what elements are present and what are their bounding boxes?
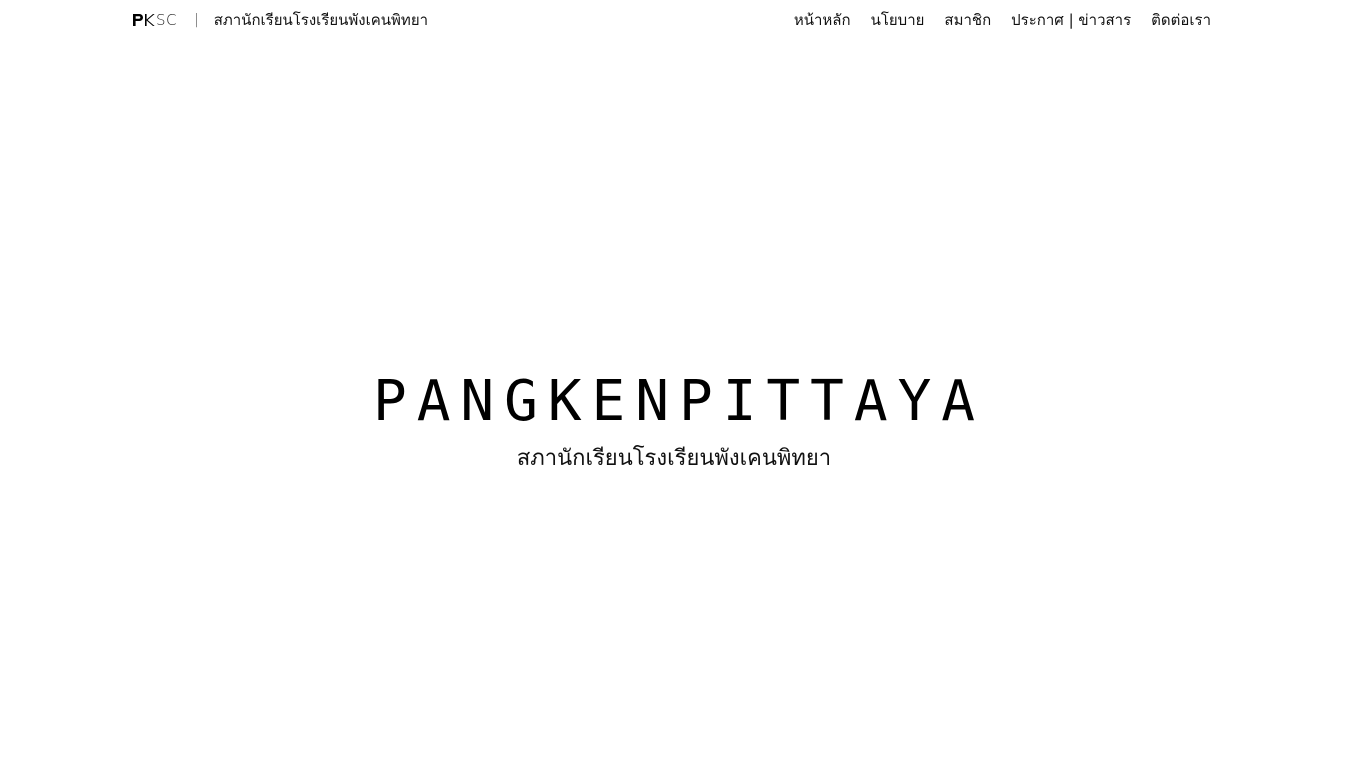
brand-separator: | xyxy=(194,12,199,28)
main-nav: หน้าหลัก นโยบาย สมาชิก ประกาศ | ข่าวสาร … xyxy=(794,9,1211,31)
pk-logo-icon xyxy=(133,13,155,27)
hero-section: PANGKENPITTAYA สภานักเรียนโรงเรียนพังเคน… xyxy=(0,360,1348,474)
logo-suffix: SC xyxy=(156,11,177,29)
nav-item-home[interactable]: หน้าหลัก xyxy=(794,8,851,32)
hero-subtitle: สภานักเรียนโรงเรียนพังเคนพิทยา xyxy=(516,446,832,471)
nav-item-contact[interactable]: ติดต่อเรา xyxy=(1151,8,1211,32)
site-header: SC | สภานักเรียนโรงเรียนพังเคนพิทยา หน้า… xyxy=(0,0,1348,42)
brand: SC | สภานักเรียนโรงเรียนพังเคนพิทยา xyxy=(133,9,428,31)
nav-item-news[interactable]: ประกาศ | ข่าวสาร xyxy=(1011,8,1131,32)
home-logo-link[interactable]: SC xyxy=(133,11,177,29)
hero-title: PANGKENPITTAYA xyxy=(372,369,985,434)
site-name: สภานักเรียนโรงเรียนพังเคนพิทยา xyxy=(213,11,429,29)
nav-item-policy[interactable]: นโยบาย xyxy=(871,8,925,32)
nav-item-members[interactable]: สมาชิก xyxy=(944,8,991,32)
